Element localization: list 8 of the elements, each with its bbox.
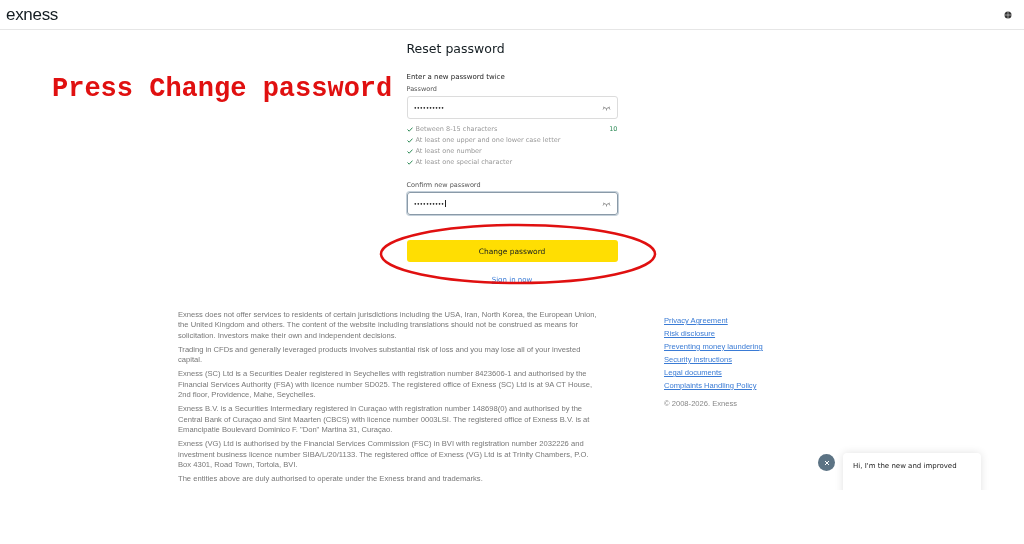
page-title: Reset password [406, 41, 506, 56]
logo[interactable]: exness [6, 4, 59, 25]
close-icon [823, 459, 830, 466]
globe-icon[interactable] [1004, 10, 1012, 19]
hide-password-icon[interactable] [601, 200, 611, 207]
annotation-text: Press Change password [52, 74, 393, 104]
hide-password-icon[interactable] [601, 104, 611, 111]
close-button[interactable] [818, 454, 835, 471]
